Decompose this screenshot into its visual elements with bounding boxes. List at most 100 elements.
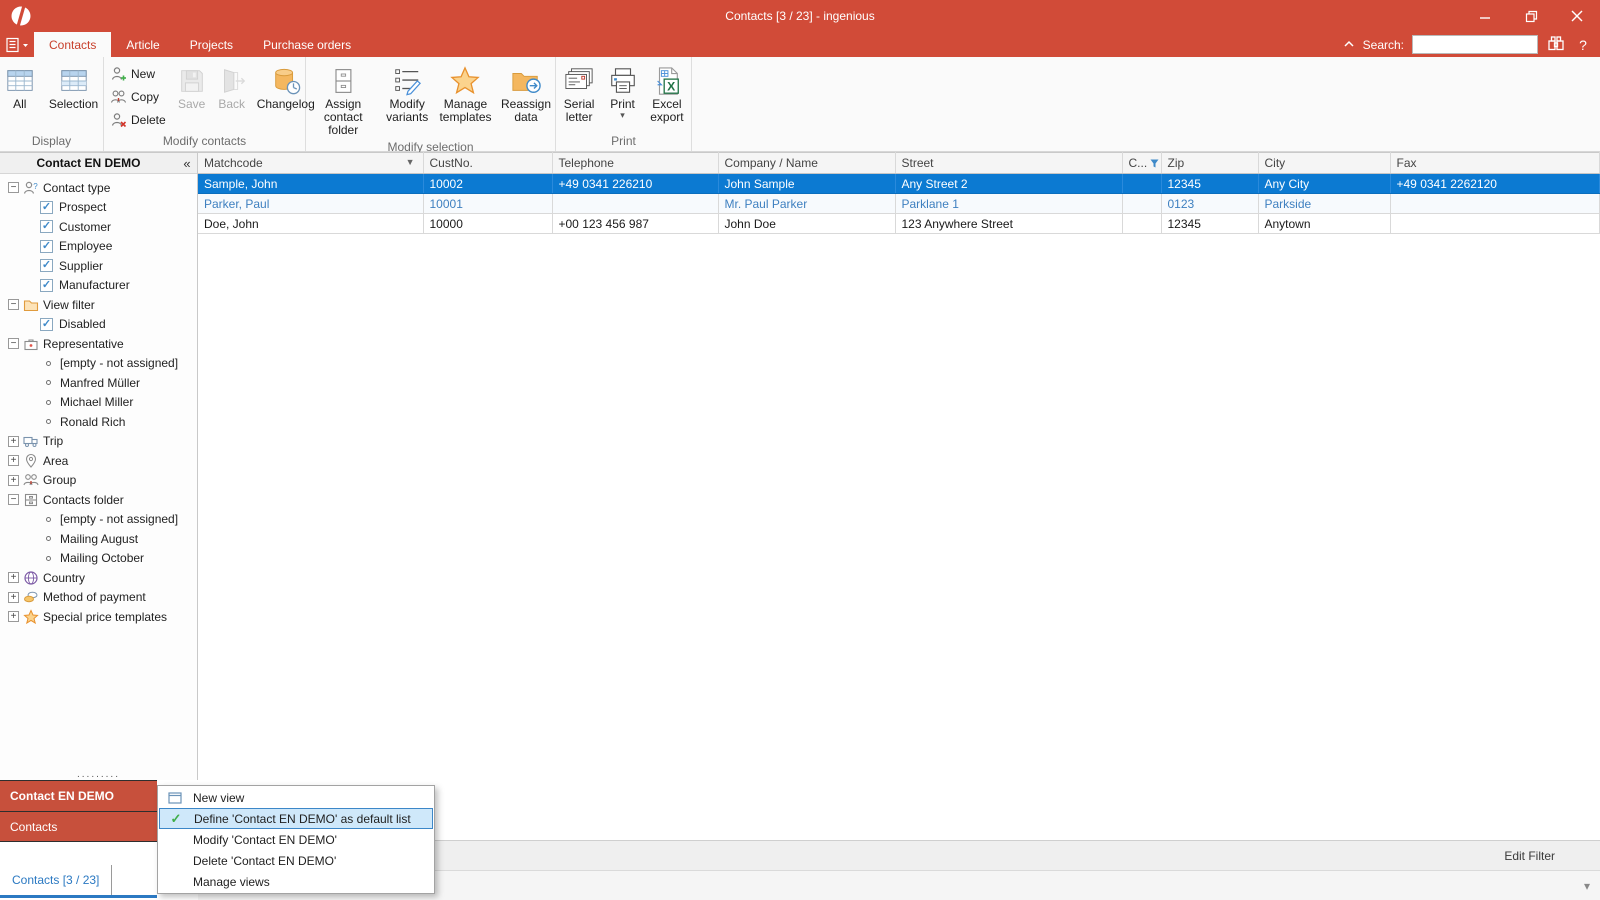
menu-item-delete-view[interactable]: Delete 'Contact EN DEMO' [159, 850, 433, 871]
collapse-ribbon-icon[interactable] [1343, 38, 1355, 52]
search-input[interactable] [1412, 35, 1538, 54]
serial-letter-button[interactable]: Serial letter [557, 62, 601, 126]
tree-item-employee[interactable]: ✓ Employee [0, 237, 197, 257]
tree-group-country[interactable]: + Country [0, 568, 197, 588]
sidebar-splitter-handle[interactable]: ......... [0, 770, 197, 780]
expand-node-icon[interactable]: + [8, 474, 19, 486]
excel-export-button[interactable]: X Excel export [644, 62, 690, 126]
tree-group-contact-type[interactable]: − ? Contact type [0, 178, 197, 198]
filter-funnel-icon[interactable] [1150, 157, 1159, 171]
tree-item-supplier[interactable]: ✓ Supplier [0, 256, 197, 276]
save-button[interactable]: Save [173, 62, 211, 113]
checkbox-checked-icon[interactable]: ✓ [40, 239, 53, 253]
print-button[interactable]: Print ▾ [603, 62, 642, 121]
column-header-city[interactable]: City [1258, 152, 1391, 174]
restore-button[interactable] [1508, 0, 1554, 32]
tree-item-customer[interactable]: ✓ Customer [0, 217, 197, 237]
tree-group-view-filter[interactable]: − View filter [0, 295, 197, 315]
tree-item-prospect[interactable]: ✓ Prospect [0, 198, 197, 218]
column-header-matchcode[interactable]: Matchcode ▼ [198, 152, 424, 174]
selection-button[interactable]: Selection [45, 62, 102, 113]
tree-group-method-of-payment[interactable]: + Method of payment [0, 588, 197, 608]
tab-projects[interactable]: Projects [175, 32, 248, 57]
copy-button[interactable]: Copy [110, 87, 166, 107]
new-button[interactable]: New [110, 64, 166, 84]
tree-item-folder-empty[interactable]: [empty - not assigned] [0, 510, 197, 530]
column-header-street[interactable]: Street [895, 152, 1123, 174]
checkbox-checked-icon[interactable]: ✓ [40, 220, 53, 234]
menu-item-manage-views[interactable]: Manage views [159, 871, 433, 892]
checkbox-checked-icon[interactable]: ✓ [40, 278, 53, 292]
radio-icon[interactable] [46, 516, 51, 522]
column-header-fax[interactable]: Fax [1390, 152, 1600, 174]
help-icon[interactable]: ? [1574, 37, 1592, 53]
manage-templates-button[interactable]: Manage templates [435, 62, 496, 126]
tab-contacts-count[interactable]: Contacts [3 / 23] [0, 865, 112, 895]
tree-group-group[interactable]: + Group [0, 471, 197, 491]
tab-article[interactable]: Article [111, 32, 174, 57]
radio-icon[interactable] [46, 419, 51, 425]
column-header-telephone[interactable]: Telephone [552, 152, 719, 174]
expand-node-icon[interactable]: + [8, 435, 19, 447]
radio-icon[interactable] [46, 399, 51, 405]
grid-row-sample-john[interactable]: Sample, John 10002 +49 0341 226210 John … [198, 173, 1600, 194]
radio-icon[interactable] [46, 555, 51, 561]
close-button[interactable] [1554, 0, 1600, 32]
print-dropdown-icon[interactable]: ▾ [620, 111, 625, 120]
column-header-company-name[interactable]: Company / Name [718, 152, 896, 174]
tree-group-representative[interactable]: − Representative [0, 334, 197, 354]
collapse-node-icon[interactable]: − [8, 299, 19, 311]
back-button[interactable]: Back [213, 62, 251, 113]
expand-node-icon[interactable]: + [8, 611, 19, 623]
card-box-icon [24, 493, 38, 506]
column-header-c[interactable]: C... [1122, 152, 1162, 174]
tree-item-rep-manfred[interactable]: Manfred Müller [0, 373, 197, 393]
edit-filter-button[interactable]: Edit Filter [1504, 849, 1555, 863]
binoculars-icon[interactable] [1546, 35, 1566, 55]
main-menu-button[interactable] [0, 32, 34, 57]
tree-item-rep-ronald[interactable]: Ronald Rich [0, 412, 197, 432]
radio-icon[interactable] [46, 380, 51, 386]
tree-group-contacts-folder[interactable]: − Contacts folder [0, 490, 197, 510]
column-header-custno[interactable]: CustNo. [423, 152, 553, 174]
collapse-node-icon[interactable]: − [8, 182, 19, 194]
all-button[interactable]: All [1, 62, 39, 113]
tabstrip-dropdown-icon[interactable]: ▾ [1584, 879, 1590, 893]
modify-variants-button[interactable]: Modify variants [381, 62, 433, 126]
column-header-zip[interactable]: Zip [1161, 152, 1259, 174]
tab-purchase-orders[interactable]: Purchase orders [248, 32, 366, 57]
menu-item-new-view[interactable]: New view [159, 787, 433, 808]
minimize-button[interactable] [1462, 0, 1508, 32]
active-tab-underline [0, 895, 157, 898]
assign-contact-folder-button[interactable]: Assign contact folder [307, 62, 379, 139]
grid-row-parker-paul[interactable]: Parker, Paul 10001 Mr. Paul Parker Parkl… [198, 193, 1600, 214]
radio-icon[interactable] [46, 360, 51, 366]
collapse-node-icon[interactable]: − [8, 338, 19, 350]
tree-item-mailing-october[interactable]: Mailing October [0, 549, 197, 569]
radio-icon[interactable] [46, 536, 51, 542]
tree-group-trip[interactable]: + Trip [0, 432, 197, 452]
grid-row-doe-john[interactable]: Doe, John 10000 +00 123 456 987 John Doe… [198, 213, 1600, 234]
view-item-contacts[interactable]: Contacts [0, 811, 157, 842]
tree-group-area[interactable]: + Area [0, 451, 197, 471]
tree-item-mailing-august[interactable]: Mailing August [0, 529, 197, 549]
menu-item-modify-view[interactable]: Modify 'Contact EN DEMO' [159, 829, 433, 850]
tree-item-rep-michael[interactable]: Michael Miller [0, 393, 197, 413]
collapse-node-icon[interactable]: − [8, 494, 19, 506]
expand-node-icon[interactable]: + [8, 591, 19, 603]
reassign-data-button[interactable]: Reassign data [498, 62, 554, 126]
menu-item-define-default-list[interactable]: ✓ Define 'Contact EN DEMO' as default li… [159, 808, 433, 829]
checkbox-checked-icon[interactable]: ✓ [40, 317, 53, 331]
tab-contacts[interactable]: Contacts [34, 32, 112, 57]
collapse-sidebar-icon[interactable]: « [177, 156, 197, 171]
tree-item-disabled[interactable]: ✓ Disabled [0, 315, 197, 335]
tree-item-rep-empty[interactable]: [empty - not assigned] [0, 354, 197, 374]
checkbox-checked-icon[interactable]: ✓ [40, 200, 53, 214]
delete-button[interactable]: Delete [110, 110, 166, 130]
expand-node-icon[interactable]: + [8, 572, 19, 584]
tree-item-manufacturer[interactable]: ✓ Manufacturer [0, 276, 197, 296]
view-item-contact-en-demo[interactable]: Contact EN DEMO [0, 780, 157, 811]
tree-group-special-price-templates[interactable]: + Special price templates [0, 607, 197, 627]
expand-node-icon[interactable]: + [8, 455, 19, 467]
checkbox-checked-icon[interactable]: ✓ [40, 259, 53, 273]
